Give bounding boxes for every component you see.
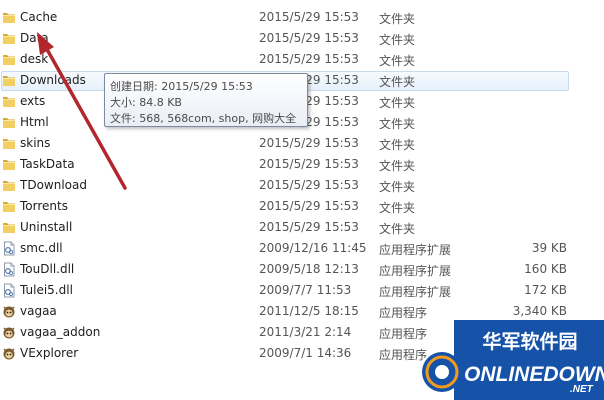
file-row-skins[interactable]: skins 2015/5/29 15:53 文件夹 <box>0 133 604 154</box>
file-type: 文件夹 <box>379 54 416 68</box>
file-name: Cache <box>20 10 58 24</box>
file-name: Downloads <box>20 73 86 87</box>
file-type: 应用程序扩展 <box>379 285 452 299</box>
file-size: 172 KB <box>524 283 567 297</box>
file-date-modified: 2015/5/29 15:53 <box>259 178 359 192</box>
file-size: 160 KB <box>524 262 567 276</box>
tooltip-size: 大小: 84.8 KB <box>110 96 182 109</box>
dll-file-icon <box>4 283 15 298</box>
folder-icon <box>3 139 15 149</box>
file-name: skins <box>20 136 51 150</box>
file-date-modified: 2015/5/29 15:53 <box>259 157 359 171</box>
file-row-tdownload[interactable]: TDownload 2015/5/29 15:53 文件夹 <box>0 175 604 196</box>
file-name: Torrents <box>20 199 68 213</box>
file-type: 应用程序 <box>379 306 428 320</box>
vagaa-app-icon <box>3 327 15 339</box>
file-name: vagaa_addon <box>20 325 101 339</box>
file-type: 应用程序扩展 <box>379 264 452 278</box>
file-row-vagaa[interactable]: vagaa 2011/12/5 18:15 应用程序 3,340 KB <box>0 301 604 322</box>
file-row-data[interactable]: Data 2015/5/29 15:53 文件夹 <box>0 28 604 49</box>
file-date-modified: 2015/5/29 15:53 <box>259 52 359 66</box>
file-type: 文件夹 <box>379 159 416 173</box>
file-row-cache[interactable]: Cache 2015/5/29 15:53 文件夹 <box>0 7 604 28</box>
file-type: 应用程序扩展 <box>379 243 452 257</box>
file-type: 应用程序 <box>379 348 428 362</box>
file-date-modified: 2015/5/29 15:53 <box>259 220 359 234</box>
file-row-torrents[interactable]: Torrents 2015/5/29 15:53 文件夹 <box>0 196 604 217</box>
folder-icon <box>3 181 15 191</box>
file-size: 39 KB <box>531 241 567 255</box>
file-row-smc-dll[interactable]: smc.dll 2009/12/16 11:45 应用程序扩展 39 KB <box>0 238 604 259</box>
folder-icon <box>3 55 15 65</box>
file-name: TaskData <box>20 157 75 171</box>
folder-icon <box>3 97 15 107</box>
tooltip-created-date: 创建日期: 2015/5/29 15:53 <box>110 80 253 93</box>
file-date-modified: 2009/12/16 11:45 <box>259 241 367 255</box>
folder-icon <box>3 118 15 128</box>
file-date-modified: 2011/3/21 2:14 <box>259 325 352 339</box>
file-name: vagaa <box>20 304 57 318</box>
vagaa-app-icon <box>3 348 15 360</box>
file-row-toudll-dll[interactable]: TouDll.dll 2009/5/18 12:13 应用程序扩展 160 KB <box>0 259 604 280</box>
file-date-modified: 2015/5/29 15:53 <box>259 136 359 150</box>
dll-file-icon <box>4 241 15 256</box>
file-name: Data <box>20 31 49 45</box>
file-name: TouDll.dll <box>20 262 75 276</box>
file-date-modified: 2009/5/18 12:13 <box>259 262 359 276</box>
file-date-modified: 2009/7/7 11:53 <box>259 283 352 297</box>
file-row-taskdata[interactable]: TaskData 2015/5/29 15:53 文件夹 <box>0 154 604 175</box>
file-name: Tulei5.dll <box>20 283 73 297</box>
file-row-vexplorer[interactable]: VExplorer 2009/7/1 14:36 应用程序 <box>0 343 604 364</box>
file-type: 文件夹 <box>379 180 416 194</box>
file-name: VExplorer <box>20 346 79 360</box>
file-name: Uninstall <box>20 220 73 234</box>
file-row-tulei5-dll[interactable]: Tulei5.dll 2009/7/7 11:53 应用程序扩展 172 KB <box>0 280 604 301</box>
file-date-modified: 2015/5/29 15:53 <box>259 199 359 213</box>
file-type: 文件夹 <box>379 117 416 131</box>
file-type: 文件夹 <box>379 201 416 215</box>
file-type: 应用程序 <box>379 327 428 341</box>
folder-icon <box>3 34 15 44</box>
file-row-uninstall[interactable]: Uninstall 2015/5/29 15:53 文件夹 <box>0 217 604 238</box>
file-name: smc.dll <box>20 241 63 255</box>
file-row-desk[interactable]: desk 2015/5/29 15:53 文件夹 <box>0 49 604 70</box>
folder-icon <box>3 13 15 23</box>
folder-icon <box>3 76 15 86</box>
file-name: Html <box>20 115 49 129</box>
file-date-modified: 2015/5/29 15:53 <box>259 10 359 24</box>
file-date-modified: 2015/5/29 15:53 <box>259 31 359 45</box>
folder-icon <box>3 202 15 212</box>
file-size: 3,340 KB <box>512 304 567 318</box>
file-name: desk <box>20 52 49 66</box>
vagaa-app-icon <box>3 306 15 318</box>
file-date-modified: 2011/12/5 18:15 <box>259 304 359 318</box>
file-date-modified: 2009/7/1 14:36 <box>259 346 352 360</box>
file-info-tooltip: 创建日期: 2015/5/29 15:53 大小: 84.8 KB 文件: 56… <box>104 73 308 127</box>
file-name: TDownload <box>20 178 87 192</box>
file-type: 文件夹 <box>379 75 416 89</box>
file-type: 文件夹 <box>379 33 416 47</box>
file-list: Cache 2015/5/29 15:53 文件夹 Data 2015/5/29… <box>0 0 604 400</box>
file-name: exts <box>20 94 46 108</box>
file-type: 文件夹 <box>379 138 416 152</box>
folder-icon <box>3 223 15 233</box>
file-type: 文件夹 <box>379 222 416 236</box>
folder-icon <box>3 160 15 170</box>
file-type: 文件夹 <box>379 96 416 110</box>
dll-file-icon <box>4 262 15 277</box>
file-type: 文件夹 <box>379 12 416 26</box>
tooltip-contents: 文件: 568, 568com, shop, 网购大全 <box>110 112 297 125</box>
file-row-vagaa-addon[interactable]: vagaa_addon 2011/3/21 2:14 应用程序 <box>0 322 604 343</box>
